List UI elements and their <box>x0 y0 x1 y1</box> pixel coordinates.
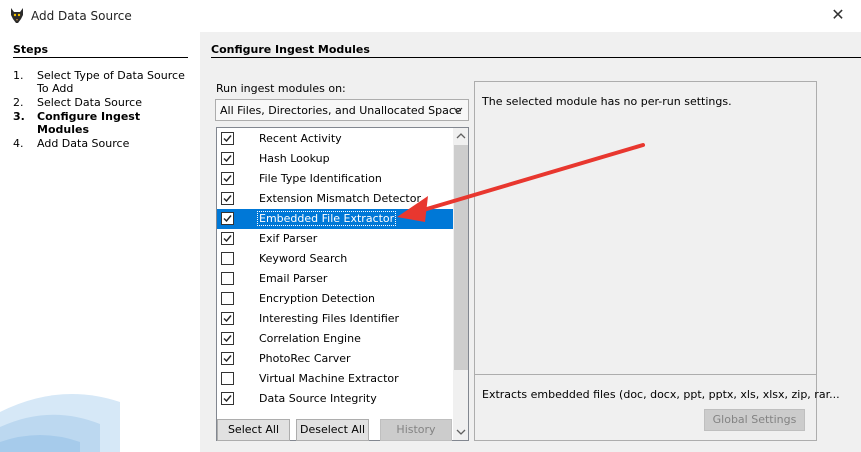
module-row[interactable]: Interesting Files Identifier <box>217 309 453 329</box>
module-label: Encryption Detection <box>259 292 375 305</box>
module-row[interactable]: PhotoRec Carver <box>217 349 453 369</box>
module-label: Exif Parser <box>259 232 318 245</box>
checkmark-icon <box>223 335 232 343</box>
checkbox-checked[interactable] <box>221 332 234 345</box>
checkbox-unchecked[interactable] <box>221 272 234 285</box>
module-label: Embedded File Extractor <box>256 211 397 226</box>
module-row[interactable]: Virtual Machine Extractor <box>217 369 453 389</box>
checkbox-unchecked[interactable] <box>221 252 234 265</box>
module-row[interactable]: Keyword Search <box>217 249 453 269</box>
section-heading: Configure Ingest Modules <box>211 43 370 56</box>
steps-pane: Steps 1. Select Type of Data Source To Ad… <box>0 32 200 452</box>
checkbox-checked[interactable] <box>221 232 234 245</box>
checkbox-checked[interactable] <box>221 132 234 145</box>
module-label: Email Parser <box>259 272 328 285</box>
module-row[interactable]: Recent Activity <box>217 129 453 149</box>
module-row[interactable]: Hash Lookup <box>217 149 453 169</box>
checkbox-unchecked[interactable] <box>221 292 234 305</box>
module-row[interactable]: Exif Parser <box>217 229 453 249</box>
step-item: 2. Select Data Source <box>13 96 142 109</box>
select-all-button[interactable]: Select All <box>217 419 290 441</box>
scroll-up-icon[interactable] <box>453 128 469 144</box>
deselect-all-button[interactable]: Deselect All <box>296 419 369 441</box>
module-label: Interesting Files Identifier <box>259 312 400 325</box>
checkbox-checked[interactable] <box>221 212 234 225</box>
close-icon: ✕ <box>831 5 845 24</box>
run-on-label: Run ingest modules on: <box>216 82 346 95</box>
chevron-down-icon <box>453 107 463 113</box>
checkmark-icon <box>223 155 232 163</box>
module-label: Correlation Engine <box>259 332 361 345</box>
module-label: Keyword Search <box>259 252 348 265</box>
module-row[interactable]: File Type Identification <box>217 169 453 189</box>
module-label: PhotoRec Carver <box>259 352 351 365</box>
step-item: 1. Select Type of Data Source To Add <box>13 69 185 95</box>
checkmark-icon <box>223 215 232 223</box>
module-label: Recent Activity <box>259 132 342 145</box>
steps-divider <box>13 57 188 58</box>
checkmark-icon <box>223 235 232 243</box>
module-label: Hash Lookup <box>259 152 330 165</box>
module-label: Data Source Integrity <box>259 392 377 405</box>
settings-message: The selected module has no per-run setti… <box>482 95 732 108</box>
title-bar: Add Data Source ✕ <box>0 0 861 32</box>
checkbox-checked[interactable] <box>221 172 234 185</box>
module-row[interactable]: Extension Mismatch Detector <box>217 189 453 209</box>
checkbox-checked[interactable] <box>221 152 234 165</box>
checkmark-icon <box>223 195 232 203</box>
module-list-scrollbar[interactable] <box>453 128 469 440</box>
module-row[interactable]: Email Parser <box>217 269 453 289</box>
checkmark-icon <box>223 135 232 143</box>
checkmark-icon <box>223 355 232 363</box>
step-item: 4. Add Data Source <box>13 137 130 150</box>
module-label: File Type Identification <box>259 172 382 185</box>
steps-list: 1. Select Type of Data Source To Add 2. Se… <box>13 69 193 151</box>
close-button[interactable]: ✕ <box>815 0 861 32</box>
history-button[interactable]: History <box>380 419 452 441</box>
module-row[interactable]: Correlation Engine <box>217 329 453 349</box>
scroll-down-icon[interactable] <box>453 424 469 440</box>
scrollbar-thumb[interactable] <box>454 145 468 370</box>
autopsy-dog-icon <box>11 8 23 23</box>
checkbox-unchecked[interactable] <box>221 372 234 385</box>
step-item-current: 3. Configure Ingest Modules <box>13 110 141 136</box>
checkmark-icon <box>223 315 232 323</box>
module-label: Virtual Machine Extractor <box>259 372 399 385</box>
section-divider <box>211 57 861 58</box>
steps-heading: Steps <box>13 43 49 56</box>
module-row[interactable]: Data Source Integrity <box>217 389 453 409</box>
checkbox-checked[interactable] <box>221 192 234 205</box>
configure-pane: Configure Ingest Modules Run ingest modu… <box>200 32 861 452</box>
global-settings-button[interactable]: Global Settings <box>704 409 805 431</box>
module-label: Extension Mismatch Detector <box>259 192 421 205</box>
checkbox-checked[interactable] <box>221 312 234 325</box>
checkbox-checked[interactable] <box>221 352 234 365</box>
run-on-value: All Files, Directories, and Unallocated … <box>220 104 462 117</box>
window-title: Add Data Source <box>31 9 132 23</box>
checkmark-icon <box>223 395 232 403</box>
settings-divider <box>475 374 816 375</box>
module-row[interactable]: Embedded File Extractor <box>217 209 453 229</box>
module-description: Extracts embedded files (doc, docx, ppt,… <box>482 388 840 401</box>
checkbox-checked[interactable] <box>221 392 234 405</box>
module-row[interactable]: Encryption Detection <box>217 289 453 309</box>
run-on-dropdown[interactable]: All Files, Directories, and Unallocated … <box>215 99 469 121</box>
checkmark-icon <box>223 175 232 183</box>
ingest-module-list[interactable]: Recent Activity Hash Lookup File Type Iden… <box>216 127 469 441</box>
module-settings-panel: The selected module has no per-run setti… <box>474 81 840 441</box>
